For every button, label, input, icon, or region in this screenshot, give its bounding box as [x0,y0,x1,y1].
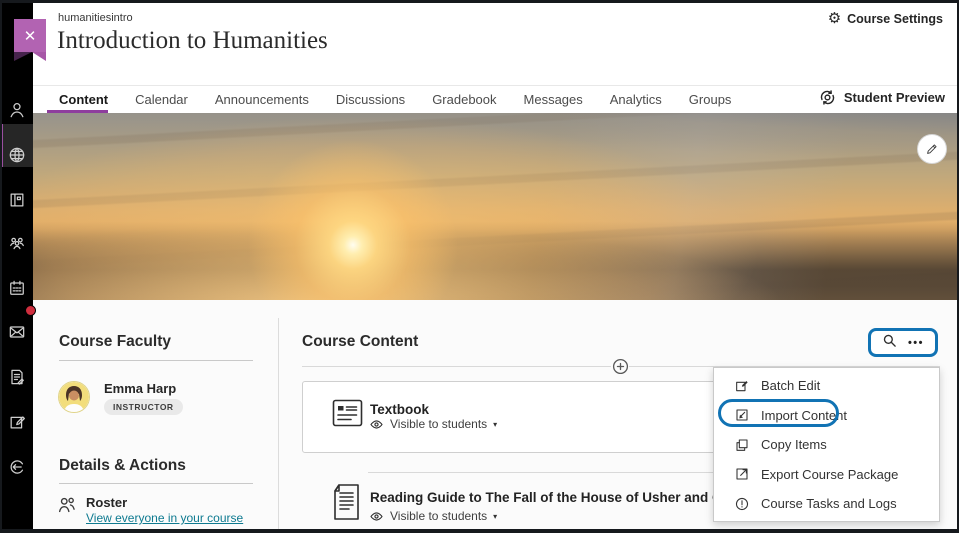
details-divider [59,483,253,484]
course-content-heading: Course Content [302,333,418,351]
menu-item-label: Copy Items [761,437,827,452]
pencil-icon [925,142,939,156]
search-button[interactable] [882,333,897,353]
base-navigation-sidebar [0,0,33,533]
sidebar-item-tools[interactable] [0,402,33,442]
sidebar-item-courses[interactable] [0,135,33,175]
close-icon: ✕ [24,27,37,45]
reading-guide-icon [331,483,360,521]
menu-item-label: Course Tasks and Logs [761,496,897,511]
instructor-role-badge: INSTRUCTOR [104,399,183,415]
avatar-image [59,382,89,412]
menu-item-label: Export Course Package [761,467,898,482]
sidebar-item-organizations[interactable] [0,223,33,263]
faculty-divider [59,360,253,361]
eye-icon [369,511,384,522]
import-content-icon [734,407,750,423]
tab-calendar[interactable]: Calendar [135,92,188,107]
visibility-dropdown[interactable]: Visible to students ▾ [369,417,497,431]
roster-label: Roster [86,495,127,510]
tab-content[interactable]: Content [59,92,108,107]
plus-circle-icon [612,358,629,375]
sidebar-item-grades[interactable] [0,357,33,397]
instructor-name[interactable]: Emma Harp [104,381,176,396]
details-actions-heading: Details & Actions [59,457,186,475]
content-item-title[interactable]: Textbook [370,402,429,417]
search-icon [882,333,897,348]
menu-item-batch-edit[interactable]: Batch Edit [714,371,939,401]
institution-page-icon [7,190,27,210]
envelope-icon [7,322,27,342]
textbook-icon [332,399,363,428]
unread-messages-badge [25,305,36,316]
sidebar-item-calendar[interactable] [0,268,33,308]
content-tools-highlight: ••• [868,328,938,357]
sidebar-item-signout[interactable] [0,447,33,487]
add-content-button[interactable] [611,357,629,375]
column-divider [278,318,279,533]
menu-item-export-course-package[interactable]: Export Course Package [714,460,939,490]
course-banner-image [33,113,959,300]
grades-icon [7,367,27,387]
tab-messages[interactable]: Messages [524,92,583,107]
chevron-down-icon: ▾ [493,512,497,521]
tab-groups[interactable]: Groups [689,92,732,107]
sidebar-item-profile[interactable] [0,90,33,130]
ribbon-fold [14,52,32,61]
sign-out-icon [7,457,27,477]
tab-discussions[interactable]: Discussions [336,92,405,107]
avatar[interactable] [58,381,90,413]
visibility-label: Visible to students [390,417,487,431]
roster-link[interactable]: View everyone in your course [86,511,243,525]
visibility-label: Visible to students [390,509,487,523]
eye-icon [369,419,384,430]
edit-square-icon [7,412,27,432]
student-preview-button[interactable]: Student Preview [818,88,945,107]
menu-item-label: Batch Edit [761,378,820,393]
visibility-dropdown[interactable]: Visible to students ▾ [369,509,497,523]
export-package-icon [734,466,750,482]
tasks-and-logs-icon [734,496,750,512]
close-course-button[interactable]: ✕ [14,19,46,52]
profile-icon [7,100,27,120]
content-item-title[interactable]: Reading Guide to The Fall of the House o… [370,490,714,505]
tab-gradebook[interactable]: Gradebook [432,92,496,107]
sidebar-item-messages[interactable] [0,312,33,352]
menu-item-label: Import Content [761,408,847,423]
menu-item-course-tasks-and-logs[interactable]: Course Tasks and Logs [714,489,939,519]
more-options-button[interactable]: ••• [908,337,924,349]
globe-icon [7,145,27,165]
course-faculty-heading: Course Faculty [59,333,171,351]
copy-items-icon [734,437,750,453]
organizations-icon [7,233,27,253]
menu-item-copy-items[interactable]: Copy Items [714,430,939,460]
batch-edit-icon [734,378,750,394]
course-id: humanitiesintro [58,12,133,24]
ribbon-tail [32,52,46,61]
student-preview-icon [818,88,837,107]
page-title: Introduction to Humanities [57,27,328,55]
gear-icon: ⚙ [828,11,841,26]
content-options-menu: Batch Edit Import Content Copy Items Exp… [713,367,940,522]
course-settings-button[interactable]: ⚙ Course Settings [828,11,943,26]
app-window: ✕ humanitiesintro Introduction to Humani… [0,0,959,533]
sidebar-item-institution[interactable] [0,180,33,220]
roster-people-icon [56,494,78,521]
edit-banner-button[interactable] [917,134,947,164]
calendar-icon [7,278,27,298]
menu-item-import-content[interactable]: Import Content [714,401,939,431]
tab-analytics[interactable]: Analytics [610,92,662,107]
student-preview-label: Student Preview [844,90,945,105]
window-border [0,529,959,533]
chevron-down-icon: ▾ [493,420,497,429]
course-settings-label: Course Settings [847,12,943,26]
course-tab-bar: Content Calendar Announcements Discussio… [59,86,731,113]
window-border [0,0,959,3]
tab-announcements[interactable]: Announcements [215,92,309,107]
window-border [0,0,2,533]
